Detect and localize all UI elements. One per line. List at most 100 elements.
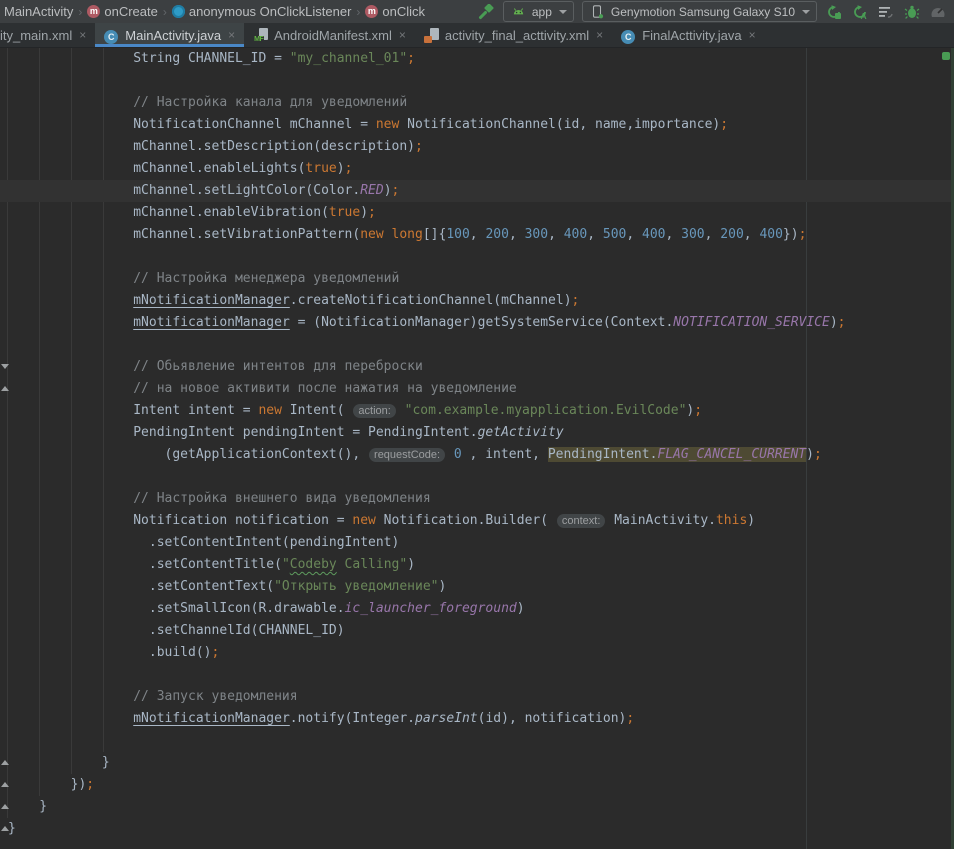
code-token: ) <box>806 447 814 462</box>
main-toolbar: MainActivity›monCreate›anonymous OnClick… <box>0 0 954 23</box>
debug-icon[interactable] <box>903 3 920 20</box>
ide-window: MainActivity›monCreate›anonymous OnClick… <box>0 0 954 849</box>
breadcrumb-item[interactable]: anonymous OnClickListener <box>172 4 352 19</box>
code-line <box>0 466 954 488</box>
code-token: } <box>8 799 47 814</box>
code-token: Notification notification = <box>8 513 352 528</box>
param-hint-chip: action: <box>353 404 395 418</box>
chevron-down-icon <box>802 10 810 14</box>
breadcrumb: MainActivity›monCreate›anonymous OnClick… <box>4 4 470 19</box>
code-token: = (NotificationManager)getSystemService(… <box>290 315 674 330</box>
code-line: .setContentText("Открыть уведомление") <box>0 576 954 598</box>
code-line <box>0 730 954 752</box>
code-line <box>0 246 954 268</box>
fold-down-icon[interactable] <box>1 364 9 369</box>
code-token: new long <box>360 227 423 242</box>
code-token: ; <box>720 117 728 132</box>
code-editor[interactable]: String CHANNEL_ID = "my_channel_01"; // … <box>0 48 954 849</box>
code-line: mChannel.setVibrationPattern(new long[]{… <box>0 224 954 246</box>
tab-close-icon[interactable]: × <box>228 28 235 42</box>
code-token: mNotificationManager <box>133 293 290 308</box>
run-list-icon[interactable] <box>877 3 894 20</box>
run-config-selector[interactable]: app <box>503 1 574 22</box>
device-phone-icon <box>589 3 606 20</box>
tab-activity_final_acttivity.xml[interactable]: activity_final_acttivity.xml× <box>415 23 612 47</box>
run-config-label: app <box>532 5 552 19</box>
code-token: // Обьявление интентов для переброски <box>8 359 423 374</box>
tab-close-icon[interactable]: × <box>596 28 603 42</box>
breadcrumb-item[interactable]: MainActivity <box>4 4 73 19</box>
code-token: 400 <box>759 227 782 242</box>
tab-ity_main.xml[interactable]: ity_main.xml× <box>0 23 95 47</box>
code-token: , <box>744 227 760 242</box>
breadcrumb-item[interactable]: monCreate <box>87 4 157 19</box>
code-token: .notify(Integer. <box>290 711 415 726</box>
tab-MainActivity.java[interactable]: CMainActivity.java× <box>95 23 244 47</box>
inspection-status-indicator[interactable] <box>942 52 950 60</box>
code-token: []{ <box>423 227 446 242</box>
fold-up-icon[interactable] <box>1 760 9 765</box>
code-token: Codeby <box>290 557 337 572</box>
code-token: mChannel.setDescription(description) <box>8 139 415 154</box>
fold-up-icon[interactable] <box>1 386 9 391</box>
code-token: "Открыть уведомление" <box>274 579 438 594</box>
code-line: // на новое активити после нажатия на ув… <box>0 378 954 400</box>
build-hammer-icon[interactable] <box>478 3 495 20</box>
code-token <box>8 293 133 308</box>
layout-xml-badge <box>424 36 432 43</box>
code-token: ; <box>407 51 415 66</box>
code-token <box>8 315 133 330</box>
code-token: FLAG_CANCEL_CURRENT <box>657 447 806 462</box>
code-token: 500 <box>603 227 626 242</box>
code-token: true <box>329 205 360 220</box>
code-line: Notification notification = new Notifica… <box>0 510 954 532</box>
code-token: .build() <box>8 645 212 660</box>
toolbar-actions: A <box>825 3 948 20</box>
fold-up-icon[interactable] <box>1 826 9 831</box>
device-selector[interactable]: Genymotion Samsung Galaxy S10 <box>582 1 817 22</box>
code-token: , <box>509 227 525 242</box>
tab-close-icon[interactable]: × <box>399 28 406 42</box>
fold-up-icon[interactable] <box>1 804 9 809</box>
code-line: String CHANNEL_ID = "my_channel_01"; <box>0 48 954 70</box>
code-token: ) <box>407 557 415 572</box>
code-token: , <box>666 227 682 242</box>
apply-code-changes-icon[interactable]: A <box>851 3 868 20</box>
code-token: ) <box>747 513 755 528</box>
code-line: Intent intent = new Intent( action: "com… <box>0 400 954 422</box>
tab-label: AndroidManifest.xml <box>274 28 392 43</box>
code-token: Notification.Builder( <box>376 513 556 528</box>
code-token: true <box>305 161 336 176</box>
tab-label: FinalActtivity.java <box>642 28 741 43</box>
code-token: // Запуск уведомления <box>8 689 298 704</box>
code-token: 200 <box>485 227 508 242</box>
breadcrumb-item-label: anonymous OnClickListener <box>189 4 352 19</box>
code-line: (getApplicationContext(), requestCode: 0… <box>0 444 954 466</box>
profiler-icon[interactable] <box>929 3 946 20</box>
code-token: new <box>376 117 399 132</box>
breadcrumb-item[interactable]: monClick <box>365 4 425 19</box>
code-token: " <box>282 557 290 572</box>
code-token: 0 <box>454 447 462 462</box>
code-token: String CHANNEL_ID = <box>8 51 290 66</box>
tab-AndroidManifest.xml[interactable]: MFAndroidManifest.xml× <box>244 23 415 47</box>
code-token: 400 <box>564 227 587 242</box>
tab-close-icon[interactable]: × <box>79 28 86 42</box>
tab-close-icon[interactable]: × <box>749 28 756 42</box>
tab-FinalActtivity.java[interactable]: CFinalActtivity.java× <box>612 23 764 47</box>
chevron-down-icon <box>559 10 567 14</box>
code-token: // Настройка менеджера уведомлений <box>8 271 399 286</box>
code-line <box>0 664 954 686</box>
breadcrumb-item-label: onClick <box>382 4 425 19</box>
code-token: RED <box>360 183 383 198</box>
code-token: , intent, <box>462 447 548 462</box>
code-token: ) <box>517 601 525 616</box>
code-token: // на новое активити после нажатия на ув… <box>8 381 517 396</box>
apply-changes-icon[interactable] <box>825 3 842 20</box>
code-line: // Настройка внешнего вида уведомления <box>0 488 954 510</box>
code-token: ; <box>392 183 400 198</box>
code-token: Intent( <box>282 403 352 418</box>
code-token: ; <box>626 711 634 726</box>
code-token: ; <box>415 139 423 154</box>
fold-up-icon[interactable] <box>1 782 9 787</box>
